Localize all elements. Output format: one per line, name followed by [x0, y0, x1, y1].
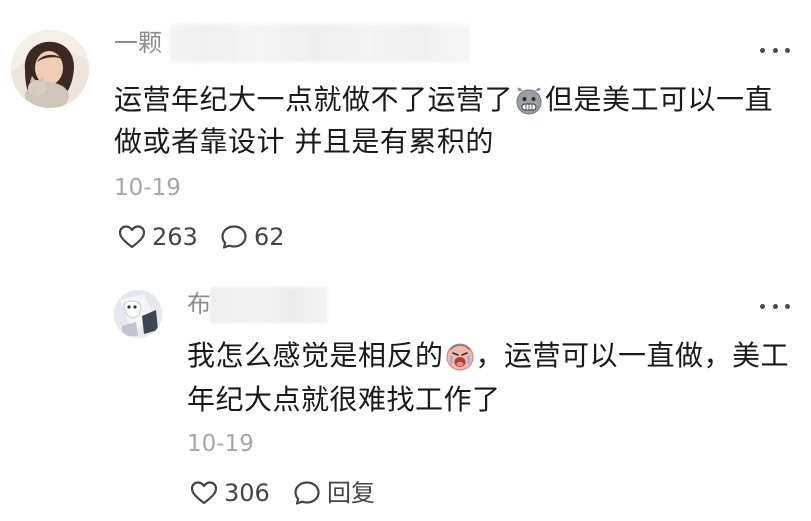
comment-date: 10-19 [187, 431, 254, 457]
avatar[interactable] [114, 290, 162, 338]
username[interactable]: 布 [187, 289, 211, 319]
reply-button[interactable]: 回复 [293, 478, 375, 508]
username[interactable]: 一颗 [114, 28, 162, 58]
grimace-emoji-icon [514, 84, 544, 128]
more-options-button[interactable] [760, 298, 790, 314]
avatar[interactable] [11, 30, 89, 108]
comment-text-line2: 做或者靠设计 并且是有累积的 [114, 125, 494, 158]
comment-text-line2: 年纪大点就很难找工作了 [187, 383, 501, 416]
comment-bubble-icon [221, 225, 247, 249]
comment-text-part: 我怎么感觉是相反的 [187, 339, 444, 372]
more-options-button[interactable] [760, 42, 790, 58]
dot-icon [760, 47, 765, 53]
comment-text-part: ，运营可以一直做，美工 [475, 339, 790, 372]
reply-label: 回复 [327, 479, 375, 507]
dot-icon [785, 47, 790, 53]
comment-count: 62 [254, 223, 285, 251]
comment-text-part: 运营年纪大一点就做不了运营了 [114, 83, 514, 116]
dot-icon [785, 303, 790, 309]
avatar-photo [11, 30, 89, 108]
avatar-photo [114, 290, 162, 338]
comment-bubble-icon [294, 481, 320, 505]
dot-icon [760, 303, 765, 309]
dot-icon [772, 47, 778, 53]
heart-icon [118, 225, 146, 249]
like-button[interactable]: 263 [118, 222, 198, 252]
like-count: 306 [224, 479, 270, 507]
comment-text-part: 但是美工可以一直 [545, 83, 774, 116]
like-button[interactable]: 306 [190, 478, 270, 508]
comment-count-button[interactable]: 62 [220, 222, 285, 252]
like-count: 263 [152, 223, 198, 251]
heart-icon [190, 481, 218, 505]
dot-icon [772, 303, 778, 309]
comment-text-line1: 我怎么感觉是相反的 ，运营可以一直做，美工 [187, 334, 789, 384]
blurred-username [170, 24, 470, 62]
blurred-username [210, 287, 328, 323]
comment-date: 10-19 [114, 175, 181, 201]
